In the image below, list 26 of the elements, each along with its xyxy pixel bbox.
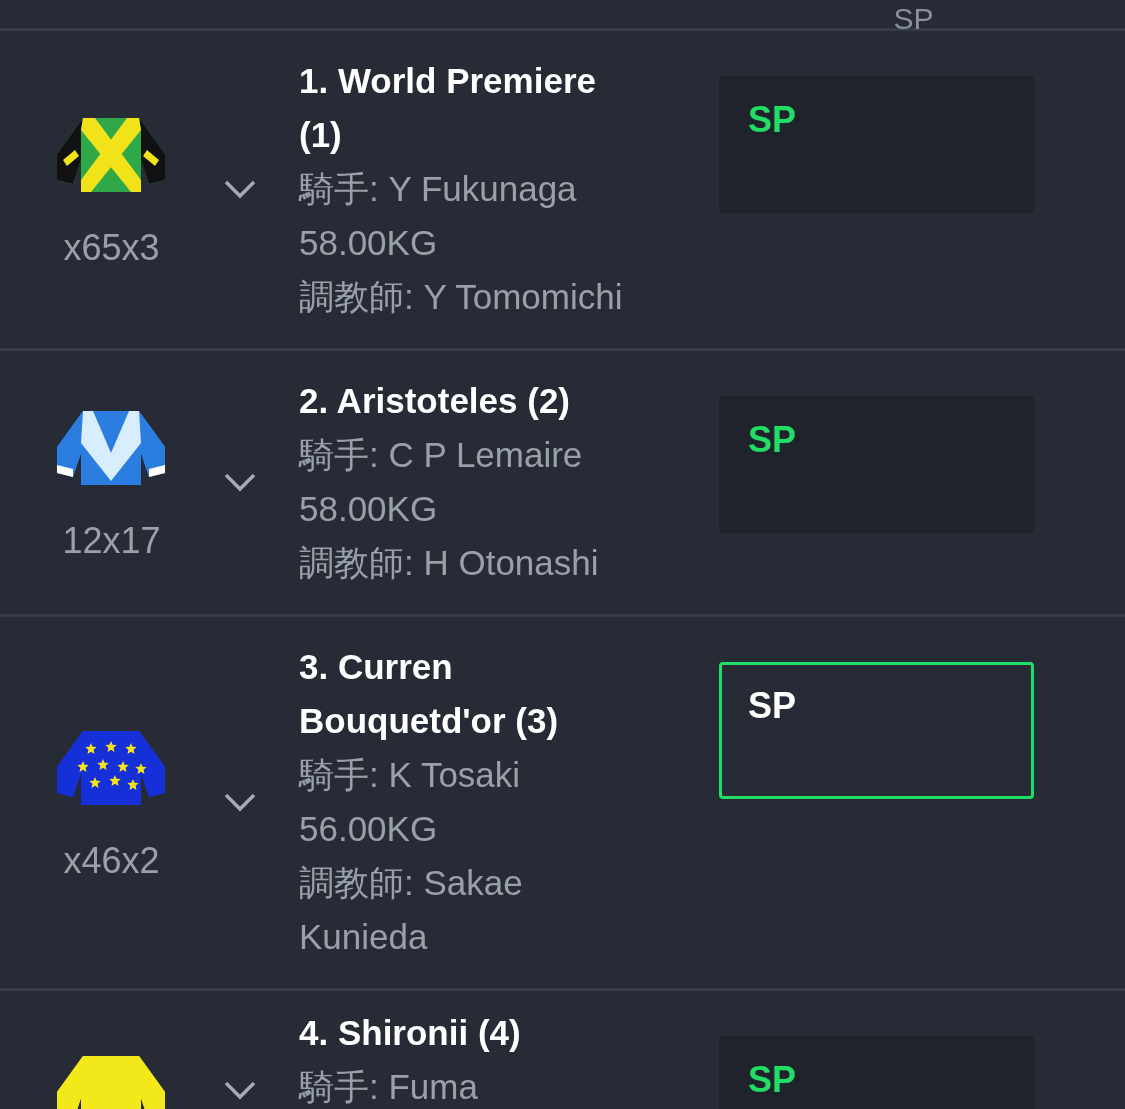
column-header: SP xyxy=(893,2,934,36)
horse-name: 1. World Premiere (1) xyxy=(299,60,597,156)
horse-name: 3. Curren Bouquetd'or (3) xyxy=(299,646,560,742)
chevron-down-icon[interactable] xyxy=(224,472,256,492)
weight-text: 58.00KG xyxy=(299,488,439,530)
odds-button[interactable]: SP xyxy=(719,76,1034,213)
trainer-name: 調教師: Sakae Kunieda xyxy=(299,862,524,958)
jockey-name: 騎手: Y Fukunaga xyxy=(299,168,578,210)
odds-button[interactable]: SP xyxy=(719,1036,1034,1109)
trainer-name: 調教師: Y Tomomichi xyxy=(299,276,624,318)
jockey-name: 騎手: Fuma xyxy=(299,1066,479,1108)
horse-name: 4. Shironii (4) xyxy=(299,1012,522,1054)
odds-button[interactable]: SP xyxy=(719,396,1034,533)
saddle-number: x46x2 xyxy=(63,841,160,881)
chevron-down-icon[interactable] xyxy=(224,792,256,812)
saddle-number: 12x17 xyxy=(62,521,161,561)
chevron-down-icon[interactable] xyxy=(224,1079,256,1100)
horse-name: 2. Aristoteles (2) xyxy=(299,380,571,422)
weight-text: 58.00KG xyxy=(299,222,439,264)
weight-text: 56.00KG xyxy=(299,808,439,850)
jockey-name: 騎手: C P Lemaire xyxy=(299,434,584,476)
chevron-down-icon[interactable] xyxy=(224,179,256,199)
jockey-name: 騎手: K Tosaki xyxy=(299,754,522,796)
saddle-number: x65x3 xyxy=(63,228,160,268)
odds-button[interactable]: SP xyxy=(719,662,1034,799)
trainer-name: 調教師: H Otonashi xyxy=(299,542,600,584)
